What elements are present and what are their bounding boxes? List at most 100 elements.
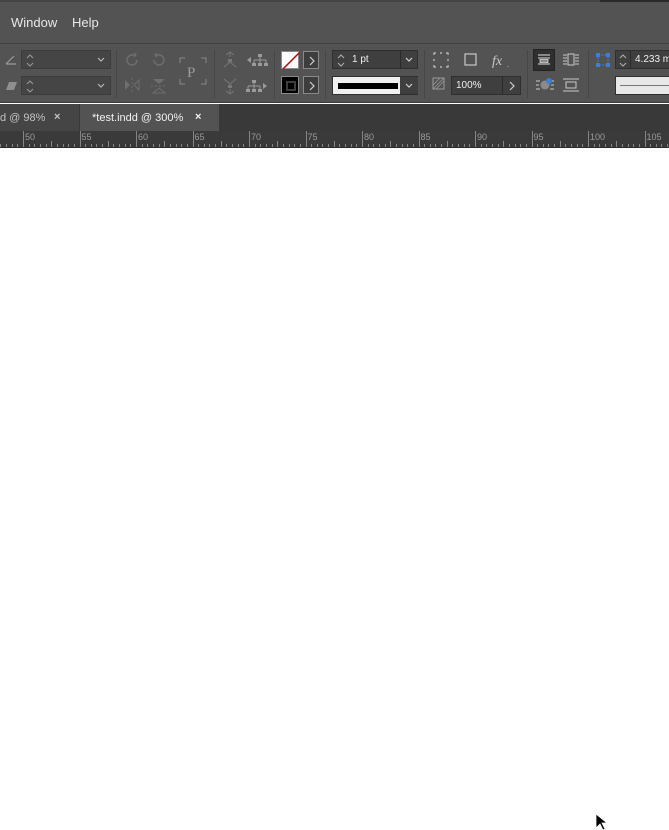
ruler-tick (288, 144, 290, 147)
document-tab-inactive[interactable]: d @ 98% × (0, 104, 79, 131)
chevron-down-icon[interactable] (97, 83, 105, 89)
ruler-tick (299, 144, 301, 147)
stroke-weight-value[interactable]: 1 pt (352, 54, 369, 65)
select-content-icon[interactable] (222, 77, 238, 95)
spinner-icon[interactable] (335, 51, 347, 70)
ruler-tick (661, 144, 663, 147)
ruler-tick (576, 144, 578, 147)
horizontal-ruler[interactable]: 50 55 60 65 70 75 80 85 90 95 100 105 (0, 131, 669, 148)
title-strip-dark (600, 0, 669, 2)
stroke-type-dropdown[interactable] (400, 77, 418, 94)
ruler-tick (316, 144, 318, 147)
ruler-label: 90 (477, 132, 488, 142)
tab-label[interactable]: d @ 98% (0, 112, 45, 124)
ruler-tick (542, 144, 544, 147)
mouse-cursor-icon (595, 813, 609, 830)
stroke-menu-button[interactable] (303, 76, 319, 94)
frame-offset-value[interactable]: 4.233 m (635, 54, 669, 65)
separator (116, 50, 117, 98)
chevron-down-icon[interactable] (405, 57, 413, 63)
menu-help[interactable]: Help (72, 15, 99, 30)
wrap-jump-object-icon[interactable] (562, 77, 580, 93)
opacity-field[interactable]: 100% (451, 76, 521, 95)
drop-shadow-icon[interactable] (462, 51, 480, 69)
ruler-tick (633, 144, 635, 147)
ruler-label: 85 (420, 132, 431, 142)
ruler-tick (525, 144, 527, 147)
chevron-down-icon[interactable] (97, 57, 105, 63)
effects-fx-icon[interactable]: fx . (490, 51, 514, 69)
stroke-style-field[interactable] (615, 76, 669, 95)
ruler-tick (412, 144, 414, 147)
ruler-label: 50 (25, 132, 36, 142)
frame-offset-field[interactable]: 4.233 m (615, 50, 669, 69)
wrap-bounding-box-icon[interactable] (562, 51, 580, 69)
separator (424, 50, 425, 98)
wrap-object-shape-icon[interactable] (535, 76, 555, 94)
field-divider (400, 51, 401, 68)
ruler-tick (480, 144, 482, 147)
opacity-icon (432, 77, 445, 90)
ruler-tick (384, 144, 386, 147)
ruler-tick (158, 144, 160, 147)
rotate-ccw-icon[interactable] (150, 51, 168, 69)
chevron-right-icon (309, 56, 315, 66)
stroke-type-field[interactable] (332, 76, 418, 95)
ruler-tick (621, 144, 623, 147)
ruler-tick (39, 144, 41, 147)
spinner-icon[interactable] (24, 51, 36, 70)
flip-vertical-icon[interactable] (150, 77, 168, 95)
separator (214, 50, 215, 98)
ruler-tick (616, 141, 618, 147)
shear-angle-field[interactable] (21, 50, 111, 69)
spinner-icon[interactable] (617, 51, 629, 70)
ruler-label: 105 (646, 132, 662, 142)
select-next-object-icon[interactable] (246, 77, 268, 95)
select-previous-object-icon[interactable] (246, 51, 268, 69)
tab-label[interactable]: *test.indd @ 300% (92, 112, 183, 124)
close-icon[interactable]: × (195, 111, 201, 123)
wrap-none-button[interactable] (533, 49, 555, 71)
stroke-type-preview (338, 83, 398, 89)
separator (325, 50, 326, 98)
stroke-swatch[interactable] (281, 76, 299, 94)
corner-options-icon[interactable] (432, 51, 450, 69)
fill-menu-button[interactable] (303, 51, 319, 69)
ruler-tick (424, 144, 426, 147)
close-icon[interactable]: × (54, 111, 60, 123)
ruler-tick (226, 144, 228, 147)
frame-offset-icon[interactable] (594, 51, 612, 69)
spinner-icon[interactable] (24, 77, 36, 96)
ruler-label: 100 (590, 132, 606, 142)
ruler-tick (446, 141, 448, 147)
ruler-tick (311, 144, 313, 147)
opacity-value[interactable]: 100% (456, 80, 482, 91)
ruler-tick (345, 144, 347, 147)
document-tab-active[interactable]: *test.indd @ 300% × (80, 104, 219, 131)
ruler-tick (164, 141, 166, 147)
chevron-right-icon[interactable] (508, 81, 516, 91)
ruler-tick (582, 144, 584, 147)
stroke-weight-field[interactable]: 1 pt (332, 50, 418, 69)
ruler-tick (260, 144, 262, 147)
ruler-tick (198, 144, 200, 147)
menu-window[interactable]: Window (11, 15, 57, 30)
ruler-tick (192, 131, 194, 147)
flip-horizontal-icon[interactable] (123, 77, 141, 93)
ruler-tick (356, 144, 358, 147)
ruler-tick (604, 144, 606, 147)
document-canvas[interactable] (0, 148, 669, 830)
ruler-tick (119, 144, 121, 147)
ruler-tick (220, 141, 222, 147)
select-container-icon[interactable] (222, 51, 238, 69)
ruler-tick (475, 131, 476, 147)
rotate-cw-icon[interactable] (123, 51, 141, 69)
ruler-tick (593, 144, 595, 147)
ruler-tick (203, 144, 205, 147)
ruler-tick (96, 144, 98, 147)
ruler-tick (503, 141, 505, 147)
fill-swatch[interactable] (281, 51, 300, 70)
shear-x-field[interactable] (21, 76, 111, 95)
shear-x-icon (6, 82, 17, 90)
reference-point-icon[interactable]: P (178, 56, 208, 86)
